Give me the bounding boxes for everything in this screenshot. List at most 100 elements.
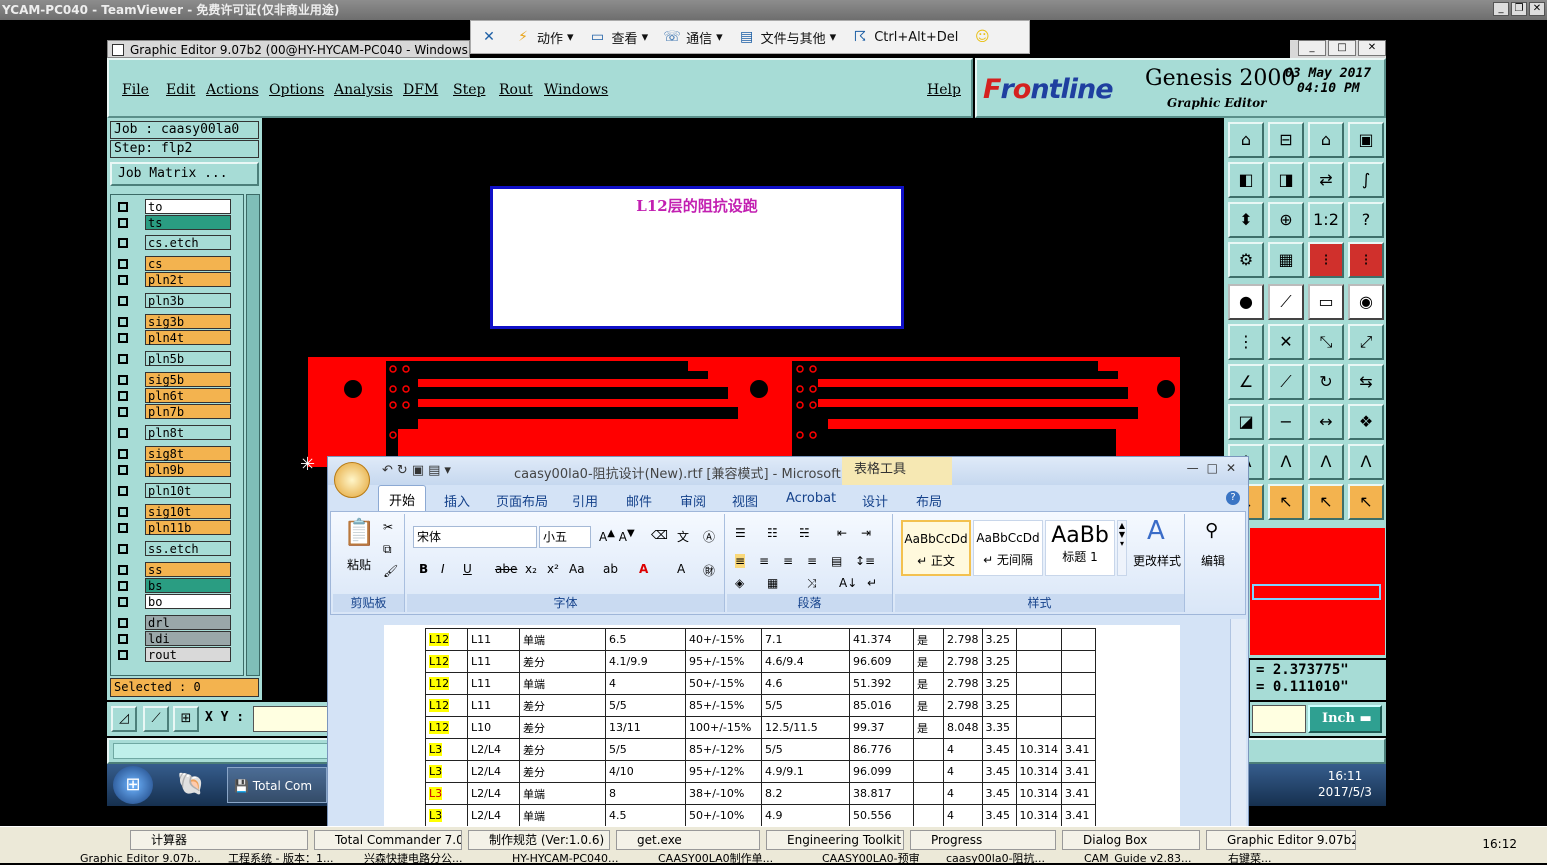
table-cell[interactable]: 4/10 <box>605 760 686 783</box>
table-cell[interactable]: 10.314 <box>1015 760 1062 783</box>
table-cell[interactable] <box>1015 628 1062 651</box>
justify-icon[interactable]: ≡ <box>807 554 817 568</box>
layer-row[interactable]: pln10t <box>111 483 243 498</box>
help-icon[interactable]: ? <box>1226 491 1240 505</box>
table-cell[interactable]: 5/5 <box>605 738 686 761</box>
table-cell[interactable]: 51.392 <box>849 672 914 695</box>
layer-checkbox[interactable] <box>118 317 128 327</box>
layer-row[interactable]: drl <box>111 615 243 630</box>
layer-checkbox[interactable] <box>118 391 128 401</box>
zoom-fit-icon[interactable]: ⊕ <box>1268 202 1304 238</box>
layer-row[interactable]: pln8t <box>111 425 243 440</box>
font-color-icon[interactable]: A <box>639 562 648 576</box>
layer-checkbox[interactable] <box>118 507 128 517</box>
table-cell[interactable] <box>913 804 944 827</box>
table-cell[interactable]: 单端 <box>519 628 606 651</box>
tab-review[interactable]: 审阅 <box>680 491 706 510</box>
table-cell[interactable]: 3.41 <box>1061 760 1096 783</box>
layer-row[interactable]: ldi <box>111 631 243 646</box>
undo-icon[interactable]: ↶ <box>382 463 397 478</box>
table-cell[interactable]: 7.1 <box>761 628 850 651</box>
layer-checkbox[interactable] <box>118 565 128 575</box>
angle-icon[interactable]: ∠ <box>1228 364 1264 400</box>
table-cell[interactable]: 8.2 <box>761 782 850 805</box>
layer-row[interactable]: pln11b <box>111 520 243 535</box>
local-taskbar-item[interactable]: 兴森快捷电路分公... <box>346 853 486 865</box>
enclose-char-icon[interactable]: ㊖ <box>703 562 715 579</box>
tv-close-button[interactable]: ✕ <box>479 28 499 46</box>
increase-indent-icon[interactable]: ⇥ <box>861 526 871 540</box>
net-icon[interactable]: ⋮ <box>1228 324 1264 360</box>
layer-name[interactable]: sig3b <box>145 314 231 329</box>
layer-checkbox[interactable] <box>118 650 128 660</box>
table-cell[interactable]: 2.798 <box>943 694 983 717</box>
layer-name[interactable]: ts <box>145 215 231 230</box>
delete-icon[interactable]: ✕ <box>1268 324 1304 360</box>
reverse-icon[interactable]: ⇄ <box>1308 162 1344 198</box>
minimize-icon[interactable]: _ <box>1493 2 1509 16</box>
table-cell[interactable]: 是 <box>913 650 944 673</box>
restore-icon[interactable]: ❐ <box>1511 2 1527 16</box>
dash-icon[interactable]: − <box>1268 404 1304 440</box>
tab-page-layout[interactable]: 页面布局 <box>496 491 548 510</box>
tv-feedback-button[interactable]: ☺ <box>972 28 992 46</box>
table-cell[interactable]: L3 <box>425 738 468 761</box>
borders-icon[interactable]: ▦ <box>767 576 778 590</box>
layer-checkbox[interactable] <box>118 238 128 248</box>
move-icon[interactable]: ⤡ <box>1308 324 1344 360</box>
table-cell[interactable]: 是 <box>913 628 944 651</box>
table-cell[interactable]: 50.556 <box>849 804 914 827</box>
table-cell[interactable]: L11 <box>467 628 520 651</box>
layer-name[interactable]: ss <box>145 562 231 577</box>
table-cell[interactable] <box>1015 716 1062 739</box>
snap-icon[interactable]: ∫ <box>1348 162 1384 198</box>
menu-step[interactable]: Step <box>453 82 485 98</box>
layer-name[interactable]: pln3b <box>145 293 231 308</box>
table-cell[interactable]: 38+/-10% <box>685 782 762 805</box>
style-normal[interactable]: AaBbCcDd ↵ 正文 <box>901 520 971 576</box>
table-cell[interactable]: 85+/-15% <box>685 694 762 717</box>
local-taskbar-item[interactable]: Progress <box>910 830 1056 850</box>
layer-checkbox[interactable] <box>118 275 128 285</box>
table-cell[interactable]: 单端 <box>519 782 606 805</box>
arc-c-icon[interactable]: Λ <box>1308 444 1344 480</box>
table-cell[interactable]: 4.9 <box>761 804 850 827</box>
layer-name[interactable]: cs.etch <box>145 235 231 250</box>
measure-icon[interactable]: ⚙ <box>1228 242 1264 278</box>
local-taskbar-item[interactable]: 计算器 <box>130 830 308 850</box>
table-cell[interactable]: L10 <box>467 716 520 739</box>
layer-checkbox[interactable] <box>118 634 128 644</box>
subscript-icon[interactable]: x₂ <box>525 562 537 576</box>
table-cell[interactable]: 差分 <box>519 694 606 717</box>
layer-row[interactable]: pln7b <box>111 404 243 419</box>
close-icon[interactable]: ✕ <box>1358 40 1386 56</box>
table-cell[interactable]: 3.41 <box>1061 738 1096 761</box>
table-cell[interactable]: 8 <box>605 782 686 805</box>
layer-row[interactable]: rout <box>111 647 243 662</box>
table-cell[interactable]: 3.25 <box>981 694 1017 717</box>
style-heading-1[interactable]: AaBb 标题 1 <box>1045 520 1115 576</box>
table-cell[interactable]: 是 <box>913 716 944 739</box>
table-cell[interactable]: L11 <box>467 694 520 717</box>
menu-file[interactable]: File <box>122 82 149 98</box>
tab-home[interactable]: 开始 <box>378 485 427 511</box>
local-taskbar-item[interactable]: 右键菜... <box>1210 853 1292 865</box>
layer-list-scrollbar[interactable] <box>246 194 260 676</box>
tab-insert[interactable]: 插入 <box>444 491 470 510</box>
decrease-indent-icon[interactable]: ⇤ <box>837 526 847 540</box>
layer-name[interactable]: pln10t <box>145 483 231 498</box>
table-cell[interactable]: 4.9/9.1 <box>761 760 850 783</box>
layer-checkbox[interactable] <box>118 523 128 533</box>
table-cell[interactable]: 单端 <box>519 804 606 827</box>
local-taskbar-item[interactable]: CAASY00LA0-预审... <box>804 853 920 865</box>
menu-rout[interactable]: Rout <box>499 82 533 98</box>
layer-checkbox[interactable] <box>118 486 128 496</box>
layer-name[interactable]: sig8t <box>145 446 231 461</box>
menu-windows[interactable]: Windows <box>544 82 608 98</box>
chinese-layout-icon[interactable]: ⤨ <box>807 576 817 591</box>
strikethrough-icon[interactable]: abe <box>495 562 517 576</box>
cut-icon[interactable]: ✂ <box>383 520 393 534</box>
table-cell[interactable]: 38.817 <box>849 782 914 805</box>
table-cell[interactable]: 4.6 <box>761 672 850 695</box>
table-cell[interactable]: L12 <box>425 716 468 739</box>
